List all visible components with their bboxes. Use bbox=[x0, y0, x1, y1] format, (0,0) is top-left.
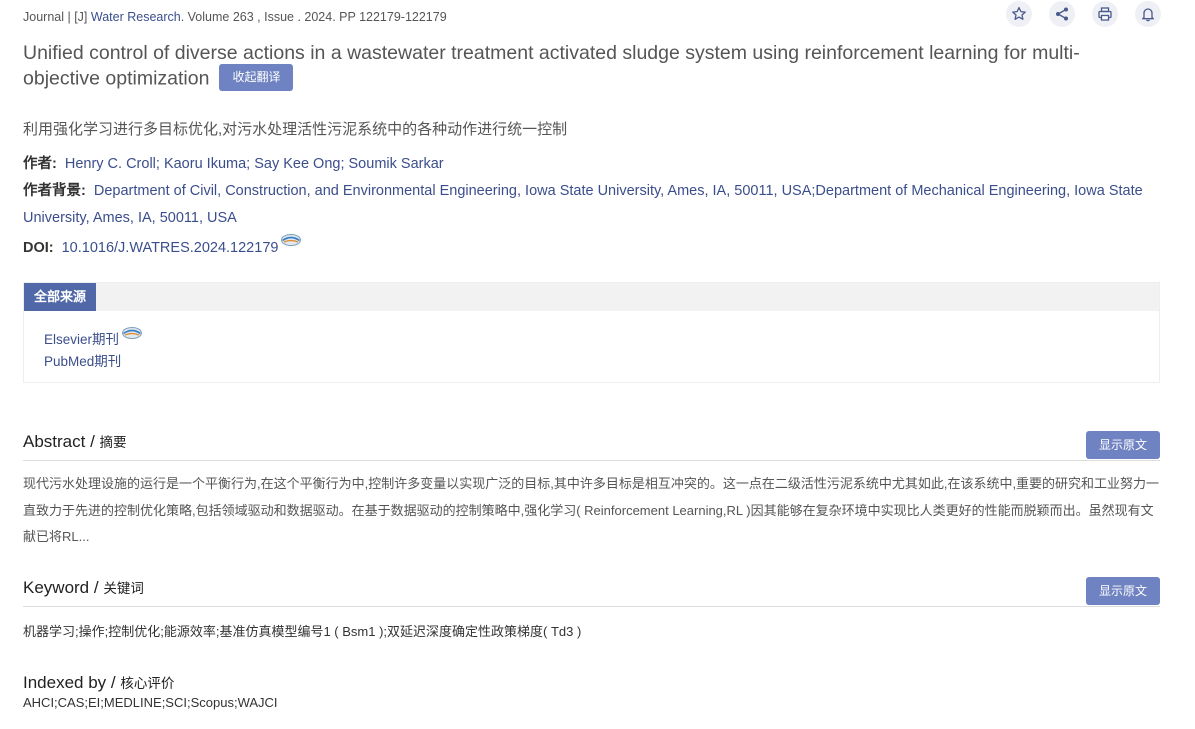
sources-list: Elsevier期刊 PubMed期刊 bbox=[24, 311, 1159, 373]
favorite-button[interactable] bbox=[1006, 1, 1032, 27]
abstract-show-original-button[interactable]: 显示原文 bbox=[1086, 431, 1160, 459]
share-button[interactable] bbox=[1049, 1, 1075, 27]
journal-prefix: Journal | [J] bbox=[23, 10, 88, 24]
print-icon bbox=[1098, 7, 1112, 21]
indexed-heading: Indexed by / 核心评价 bbox=[23, 672, 174, 693]
abstract-divider bbox=[23, 460, 1160, 461]
authors-row: 作者: Henry C. Croll; Kaoru Ikuma; Say Kee … bbox=[23, 151, 1163, 178]
doi-row: DOI: 10.1016/J.WATRES.2024.122179 bbox=[23, 234, 1163, 262]
abstract-text: 现代污水处理设施的运行是一个平衡行为,在这个平衡行为中,控制许多变量以实现广泛的… bbox=[23, 476, 1160, 544]
fulltext-icon[interactable] bbox=[280, 231, 302, 258]
affiliations-row: 作者背景: Department of Civil, Construction, … bbox=[23, 178, 1163, 232]
collapse-translation-button[interactable]: 收起翻译 bbox=[219, 64, 294, 91]
keyword-list: 机器学习;操作;控制优化;能源效率;基准仿真模型编号1 ( Bsm1 );双延迟… bbox=[23, 624, 582, 639]
source-item-pubmed: PubMed期刊 bbox=[44, 351, 1159, 373]
journal-details: . Volume 263 , Issue . 2024. PP 122179-1… bbox=[180, 10, 447, 24]
sources-header: 全部来源 bbox=[24, 283, 1159, 311]
authors-label: 作者: bbox=[23, 156, 57, 172]
sources-panel: 全部来源 Elsevier期刊 PubMed期刊 bbox=[23, 282, 1160, 383]
keyword-heading: Keyword / 关键词 bbox=[23, 577, 144, 598]
abstract-heading: Abstract / 摘要 bbox=[23, 431, 127, 452]
affiliations-label: 作者背景: bbox=[23, 183, 86, 199]
print-button[interactable] bbox=[1092, 1, 1118, 27]
bell-icon bbox=[1142, 8, 1154, 22]
keyword-heading-en: Keyword / bbox=[23, 578, 99, 597]
authors-links[interactable]: Henry C. Croll; Kaoru Ikuma; Say Kee Ong… bbox=[65, 156, 444, 172]
share-icon bbox=[1056, 7, 1068, 21]
action-toolbar bbox=[1006, 1, 1161, 27]
source-item-elsevier: Elsevier期刊 bbox=[44, 327, 1159, 351]
affiliations-text: Department of Civil, Construction, and E… bbox=[23, 183, 1143, 226]
indexed-heading-cn: 核心评价 bbox=[120, 676, 175, 691]
doi-link[interactable]: 10.1016/J.WATRES.2024.122179 bbox=[62, 240, 279, 256]
abstract-heading-en: Abstract / bbox=[23, 432, 95, 451]
abstract-heading-cn: 摘要 bbox=[99, 435, 127, 450]
journal-citation: Journal | [J] Water Research. Volume 263… bbox=[23, 10, 447, 24]
indexed-heading-en: Indexed by / bbox=[23, 673, 116, 692]
indexed-list: AHCI;CAS;EI;MEDLINE;SCI;Scopus;WAJCI bbox=[23, 695, 278, 710]
journal-name-link[interactable]: Water Research bbox=[91, 10, 181, 24]
keyword-heading-cn: 关键词 bbox=[103, 581, 144, 596]
keyword-show-original-button[interactable]: 显示原文 bbox=[1086, 577, 1160, 605]
star-icon bbox=[1012, 6, 1026, 20]
source-link-elsevier[interactable]: Elsevier期刊 bbox=[44, 332, 119, 347]
doi-label: DOI: bbox=[23, 240, 54, 256]
fulltext-icon[interactable] bbox=[121, 325, 143, 348]
tab-all-sources[interactable]: 全部来源 bbox=[24, 283, 97, 311]
alert-button[interactable] bbox=[1135, 1, 1161, 27]
source-link-pubmed[interactable]: PubMed期刊 bbox=[44, 354, 121, 369]
article-title: Unified control of diverse actions in a … bbox=[23, 41, 1133, 93]
article-title-text: Unified control of diverse actions in a … bbox=[23, 42, 1080, 90]
keyword-divider bbox=[23, 606, 1160, 607]
translated-title: 利用强化学习进行多目标优化,对污水处理活性污泥系统中的各种动作进行统一控制 bbox=[23, 121, 568, 138]
